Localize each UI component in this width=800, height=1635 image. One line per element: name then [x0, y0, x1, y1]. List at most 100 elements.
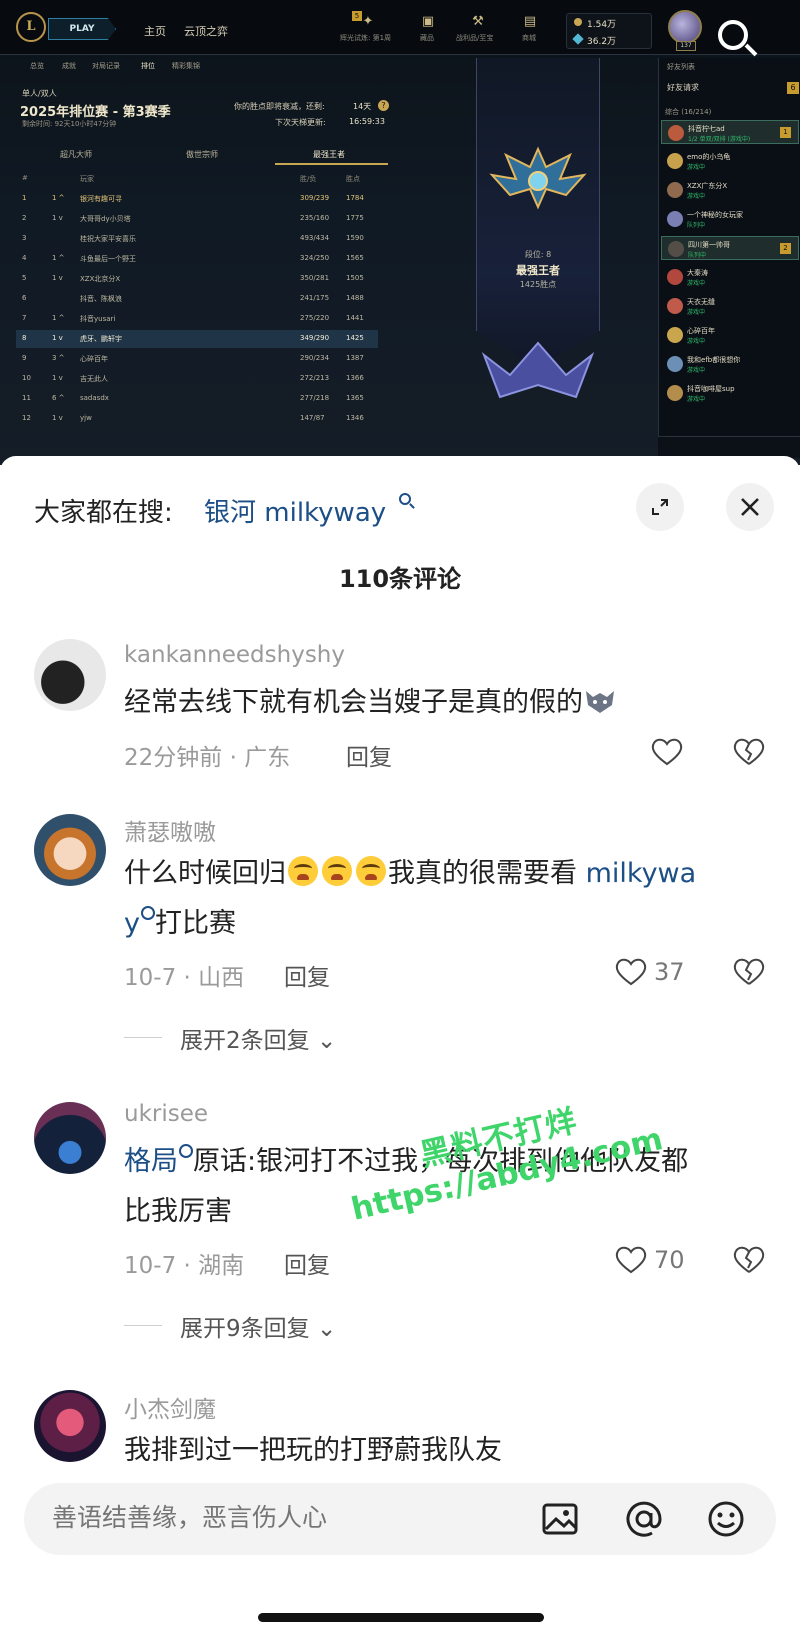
friend-name: 抖音柠七ad	[688, 125, 725, 133]
ladder-row[interactable]: 8 1 v 虎牙、鹏轩宇 349/290 1425	[16, 330, 378, 348]
avatar[interactable]	[34, 1102, 106, 1174]
ladder-row[interactable]: 5 1 v XZX北京分X 350/281 1505	[16, 270, 378, 288]
expand-button[interactable]	[636, 483, 684, 531]
like-heart-icon[interactable]	[614, 956, 648, 986]
comment-time-location: 10-7 · 湖南	[124, 1253, 245, 1279]
ladder-lp: 1505	[346, 274, 364, 282]
ladder-row[interactable]: 2 1 v 大哥哥dy小贝塔 235/160 1775	[16, 210, 378, 228]
play-button[interactable]: PLAY	[48, 18, 116, 40]
friend-item[interactable]: emo的小乌龟 游戏中	[661, 149, 799, 173]
currency-panel: 1.54万 36.2万	[566, 13, 652, 49]
friend-requests-title[interactable]: 好友请求	[667, 82, 699, 93]
ladder-lp: 1488	[346, 294, 364, 302]
ladder-lp: 1346	[346, 414, 364, 422]
ladder-row[interactable]: 4 1 ^ 斗鱼最后一个野王 324/250 1565	[16, 250, 378, 268]
tab-challenger[interactable]: 最强王者	[313, 149, 345, 160]
queue-type[interactable]: 单人/双人	[22, 88, 57, 99]
friend-item[interactable]: 天衣无缝 游戏中	[661, 294, 799, 318]
subnav-ranked[interactable]: 排位	[141, 61, 155, 71]
comment-username[interactable]: kankanneedshyshy	[124, 642, 345, 668]
subnav-highlights[interactable]: 精彩集锦	[172, 61, 200, 71]
ladder-row[interactable]: 3 桂祝大家平安喜乐 493/434 1590	[16, 230, 378, 248]
dislike-broken-heart-icon[interactable]	[732, 736, 766, 766]
orange-essence-value: 36.2万	[587, 37, 617, 47]
search-icon[interactable]	[718, 20, 748, 50]
ladder-row[interactable]: 11 6 ^ sadasdx 277/218 1365	[16, 390, 378, 408]
profile-avatar[interactable]	[668, 10, 702, 44]
chevron-down-icon: ⌄	[316, 1028, 337, 1054]
ladder-player: 斗鱼最后一个野王	[80, 255, 136, 263]
comment-time-location: 22分钟前 · 广东	[124, 745, 291, 771]
friend-item[interactable]: 大秦涛 游戏中	[661, 265, 799, 289]
friend-item[interactable]: 抖音咖啡屋sup 游戏中	[661, 381, 799, 405]
ladder-rank: 6	[22, 294, 27, 302]
ladder-row[interactable]: 7 1 ^ 抖音yusari 275/220 1441	[16, 310, 378, 328]
like-heart-icon[interactable]	[650, 736, 684, 766]
comment-body: 我真的很需要看	[388, 858, 586, 889]
search-icon[interactable]	[399, 493, 411, 505]
ladder-row[interactable]: 1 1 ^ 银河有趣可寻 309/239 1784	[16, 190, 378, 208]
image-icon[interactable]	[540, 1499, 580, 1539]
ladder-wl: 147/87	[300, 414, 325, 422]
expand-replies-button[interactable]: 展开9条回复 ⌄	[180, 1309, 336, 1343]
avatar[interactable]	[34, 1390, 106, 1462]
expand-replies-button[interactable]: 展开2条回复 ⌄	[180, 1021, 336, 1055]
mention-link[interactable]: y	[124, 908, 140, 939]
tab-master[interactable]: 超凡大师	[60, 149, 92, 160]
mention-link[interactable]: 格局	[124, 1146, 178, 1177]
comment-username[interactable]: 小杰剑魔	[124, 1390, 216, 1424]
friend-item[interactable]: 心碎百年 游戏中	[661, 323, 799, 347]
lol-logo: L	[16, 12, 46, 42]
emoji-icon[interactable]	[706, 1499, 746, 1539]
ladder-row[interactable]: 12 1 v yjw 147/87 1346	[16, 410, 378, 428]
reply-button[interactable]: 回复	[346, 738, 392, 772]
col-wl: 胜/负	[300, 175, 317, 183]
collection-icon[interactable]: ▣	[418, 14, 438, 30]
nav-tft[interactable]: 云顶之弈	[184, 23, 228, 39]
dislike-broken-heart-icon[interactable]	[732, 956, 766, 986]
ladder-row[interactable]: 6 抖音、陈枫浪 241/175 1488	[16, 290, 378, 308]
friend-item[interactable]: 我和efb都很想你 游戏中	[661, 352, 799, 376]
friend-item[interactable]: 四川第一帅哥 队列中 2	[661, 236, 799, 260]
collection-label: 藏品	[420, 34, 434, 42]
friend-avatar	[668, 125, 684, 141]
reply-button[interactable]: 回复	[284, 958, 330, 992]
ladder-change: 6 ^	[52, 394, 65, 402]
search-icon[interactable]	[179, 1144, 193, 1158]
close-button[interactable]	[726, 483, 774, 531]
trending-search-term[interactable]: 银河 milkyway	[204, 492, 386, 529]
loot-icon[interactable]: ⚒	[468, 14, 488, 30]
ladder-row[interactable]: 9 3 ^ 心碎百年 290/234 1387	[16, 350, 378, 368]
reply-button[interactable]: 回复	[284, 1246, 330, 1280]
friend-name: 一个神秘的女玩家	[687, 211, 743, 219]
friend-item[interactable]: 一个神秘的女玩家 队列中	[661, 207, 799, 231]
ladder-row[interactable]: 10 1 v 吉无此人 272/213 1366	[16, 370, 378, 388]
comment-input[interactable]	[50, 1502, 470, 1533]
dislike-broken-heart-icon[interactable]	[732, 1244, 766, 1274]
help-icon[interactable]: ?	[378, 100, 389, 111]
subnav-overview[interactable]: 总览	[30, 61, 44, 71]
subnav-match-history[interactable]: 对局记录	[92, 61, 120, 71]
comment-body: 比我厉害	[124, 1196, 232, 1227]
crying-emoji-icon	[288, 856, 318, 886]
friend-group[interactable]: 综合 (16/214)	[665, 107, 711, 117]
friend-avatar	[667, 211, 683, 227]
subnav-achievements[interactable]: 成就	[62, 61, 76, 71]
nav-home[interactable]: 主页	[144, 23, 166, 39]
search-icon[interactable]	[140, 906, 155, 920]
ladder-rank: 2	[22, 214, 27, 222]
comment-username[interactable]: ukrisee	[124, 1101, 208, 1127]
comment-count: 110条评论	[338, 565, 462, 593]
avatar[interactable]	[34, 814, 106, 886]
tab-grandmaster[interactable]: 傲世宗师	[186, 149, 218, 160]
mention-at-icon[interactable]	[624, 1499, 664, 1539]
mention-link[interactable]: milkywa	[586, 858, 697, 889]
comment-username[interactable]: 萧瑟嗷嗷	[124, 813, 216, 847]
ladder-wl: 309/239	[300, 194, 330, 202]
like-heart-icon[interactable]	[614, 1244, 648, 1274]
expand-divider	[124, 1325, 162, 1326]
avatar[interactable]	[34, 639, 106, 711]
friend-item[interactable]: XZX广东分X 游戏中	[661, 178, 799, 202]
store-icon[interactable]: ▤	[520, 14, 540, 30]
friend-item[interactable]: 抖音柠七ad 1/2 单双/双排 (游戏中) 1	[661, 120, 799, 144]
